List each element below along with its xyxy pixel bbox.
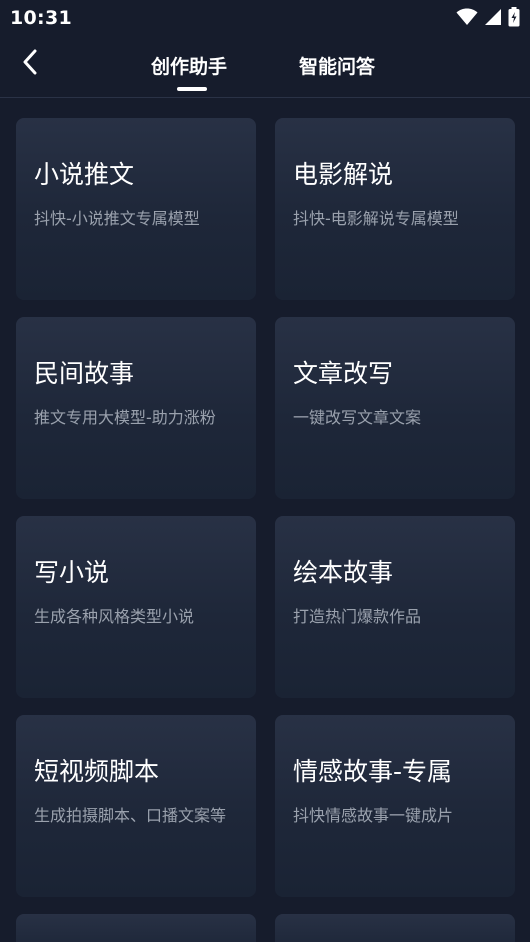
screen: 10:31 创作助手 智能问答 小说推文 抖快-小说推文专属模型 电影解说 抖快… <box>0 0 530 942</box>
card-picture-book[interactable]: 绘本故事 打造热门爆款作品 <box>275 516 515 698</box>
card-desc: 抖快-小说推文专属模型 <box>34 209 200 228</box>
active-tab-indicator <box>177 87 207 91</box>
card-movie-commentary[interactable]: 电影解说 抖快-电影解说专属模型 <box>275 118 515 300</box>
card-partial-left[interactable] <box>16 914 256 942</box>
card-title: 电影解说 <box>293 160 394 189</box>
status-icons <box>456 7 520 27</box>
card-title: 文章改写 <box>293 359 394 388</box>
assistant-grid: 小说推文 抖快-小说推文专属模型 电影解说 抖快-电影解说专属模型 民间故事 推… <box>16 118 515 942</box>
card-desc: 推文专用大模型-助力涨粉 <box>34 408 216 427</box>
card-title: 写小说 <box>34 558 110 587</box>
card-desc: 打造热门爆款作品 <box>293 607 422 626</box>
status-time: 10:31 <box>10 7 72 29</box>
card-short-video-script[interactable]: 短视频脚本 生成拍摄脚本、口播文案等 <box>16 715 256 897</box>
card-desc: 生成拍摄脚本、口播文案等 <box>34 806 227 825</box>
wifi-icon <box>456 8 478 26</box>
tab-writing-assistant[interactable]: 创作助手 <box>151 52 227 79</box>
card-write-novel[interactable]: 写小说 生成各种风格类型小说 <box>16 516 256 698</box>
status-bar: 10:31 <box>0 0 530 36</box>
card-title: 短视频脚本 <box>34 757 160 786</box>
card-title: 民间故事 <box>34 359 135 388</box>
card-desc: 一键改写文章文案 <box>293 408 422 427</box>
card-folk-story[interactable]: 民间故事 推文专用大模型-助力涨粉 <box>16 317 256 499</box>
card-novel-promo[interactable]: 小说推文 抖快-小说推文专属模型 <box>16 118 256 300</box>
card-partial-right[interactable] <box>275 914 515 942</box>
header: 创作助手 智能问答 <box>0 36 530 98</box>
card-title: 小说推文 <box>34 160 135 189</box>
battery-icon <box>508 7 520 27</box>
card-article-rewrite[interactable]: 文章改写 一键改写文章文案 <box>275 317 515 499</box>
card-desc: 抖快情感故事一键成片 <box>293 806 454 825</box>
back-button[interactable] <box>14 48 46 80</box>
card-title: 绘本故事 <box>293 558 394 587</box>
card-emotional-story[interactable]: 情感故事-专属 抖快情感故事一键成片 <box>275 715 515 897</box>
card-desc: 生成各种风格类型小说 <box>34 607 195 626</box>
signal-icon <box>484 8 502 26</box>
card-title: 情感故事-专属 <box>293 757 453 786</box>
chevron-left-icon <box>22 49 38 79</box>
tab-smart-qa[interactable]: 智能问答 <box>299 52 375 79</box>
card-desc: 抖快-电影解说专属模型 <box>293 209 459 228</box>
